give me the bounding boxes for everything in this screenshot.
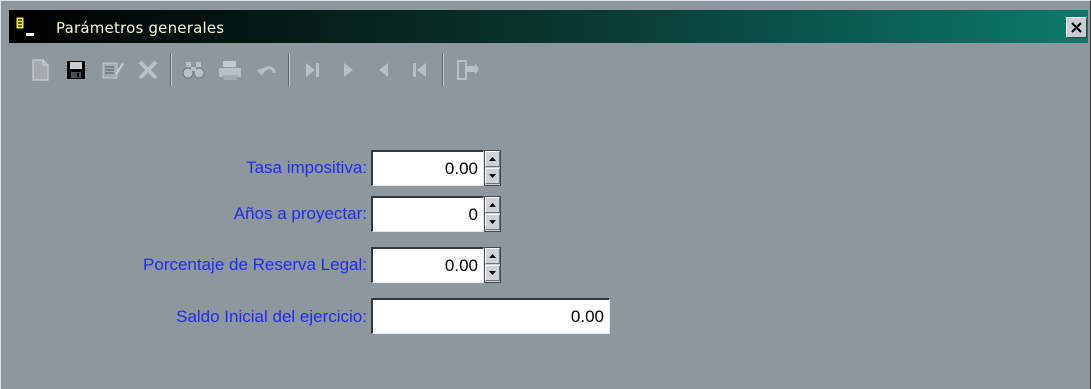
first-record-icon [413,63,426,77]
arrow-down-icon [489,174,496,178]
previous-record-button[interactable] [366,52,402,88]
spin-up-button[interactable] [485,248,500,264]
next-record-icon [344,63,353,77]
tasa-impositiva-spinner[interactable] [484,150,501,186]
save-button[interactable] [58,52,94,88]
toolbar-separator [170,53,172,87]
last-record-icon [306,63,319,77]
find-button[interactable] [176,52,212,88]
toolbar [22,51,484,89]
edit-icon [102,62,124,79]
spin-down-button[interactable] [485,265,500,281]
exit-icon [457,60,479,80]
spin-down-button[interactable] [485,214,500,230]
reserva-legal-spinner[interactable] [484,247,501,283]
anios-proyectar-field[interactable]: 0 [371,196,484,232]
tasa-impositiva-label: Tasa impositiva: [246,158,367,177]
exit-button[interactable] [448,52,484,88]
anios-proyectar-spinner[interactable] [484,196,501,232]
new-document-icon [32,59,49,81]
spin-up-button[interactable] [485,197,500,213]
anios-proyectar-label: Años a proyectar: [233,204,367,223]
save-icon [67,61,85,79]
parametros-generales-window: Parámetros generales Tasa impositiva: 0.… [0,0,1091,389]
reserva-legal-label: Porcentaje de Reserva Legal: [143,255,367,274]
arrow-up-icon [489,254,496,258]
arrow-down-icon [489,220,496,224]
arrow-up-icon [489,203,496,207]
window-title: Parámetros generales [56,19,225,37]
next-record-button[interactable] [330,52,366,88]
toolbar-separator [442,53,444,87]
print-button[interactable] [212,52,248,88]
delete-button[interactable] [130,52,166,88]
title-bar[interactable]: Parámetros generales [9,10,1088,43]
reserva-legal-field[interactable]: 0.00 [371,247,484,283]
edit-button[interactable] [94,52,130,88]
tasa-impositiva-field[interactable]: 0.00 [371,150,484,186]
previous-record-icon [379,63,388,77]
spin-down-button[interactable] [485,168,500,184]
close-button[interactable] [1066,17,1087,38]
toolbar-separator [288,53,290,87]
last-record-button[interactable] [294,52,330,88]
form-window-icon [15,16,34,36]
arrow-up-icon [489,157,496,161]
print-icon [219,61,241,80]
spin-up-button[interactable] [485,151,500,167]
saldo-inicial-label: Saldo Inicial del ejercicio: [176,307,367,326]
saldo-inicial-field[interactable]: 0.00 [371,298,610,334]
undo-icon [257,66,276,76]
first-record-button[interactable] [402,52,438,88]
new-button[interactable] [22,52,58,88]
find-icon [182,62,205,79]
delete-icon [138,60,158,80]
undo-button[interactable] [248,52,284,88]
arrow-down-icon [489,271,496,275]
close-icon [1071,22,1082,33]
